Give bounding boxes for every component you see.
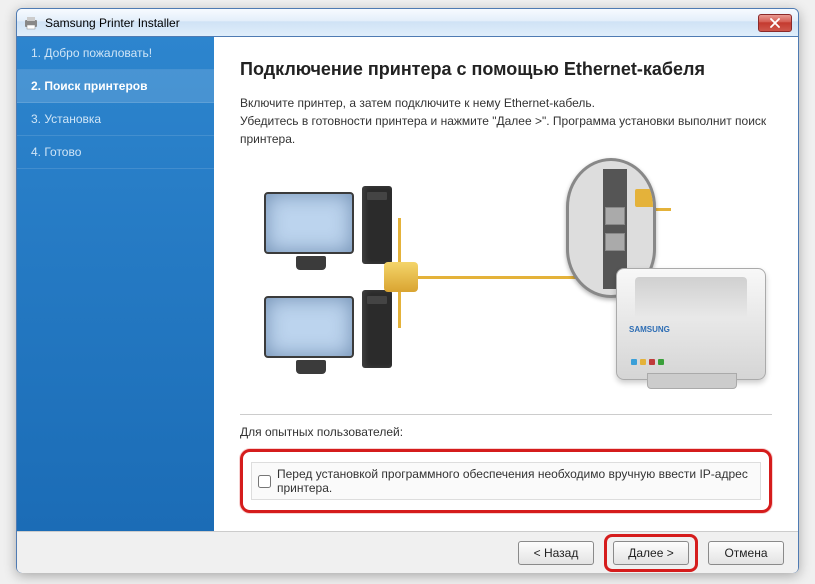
printer-app-icon bbox=[23, 15, 39, 31]
main-panel: Подключение принтера с помощью Ethernet-… bbox=[214, 37, 798, 531]
highlighted-checkbox-area: Перед установкой программного обеспечени… bbox=[240, 449, 772, 513]
step-label: 3. Установка bbox=[31, 112, 101, 126]
close-button[interactable] bbox=[758, 14, 792, 32]
installer-window: Samsung Printer Installer 1. Добро пожал… bbox=[16, 8, 799, 573]
step-search-printers[interactable]: 2. Поиск принтеров bbox=[17, 70, 214, 103]
titlebar[interactable]: Samsung Printer Installer bbox=[17, 9, 798, 37]
monitor-icon bbox=[264, 296, 354, 358]
cancel-button[interactable]: Отмена bbox=[708, 541, 784, 565]
step-welcome[interactable]: 1. Добро пожаловать! bbox=[17, 37, 214, 70]
printer-brand-label: SAMSUNG bbox=[629, 325, 670, 334]
step-label: 4. Готово bbox=[31, 145, 81, 159]
step-label: 2. Поиск принтеров bbox=[31, 79, 147, 93]
back-button[interactable]: < Назад bbox=[518, 541, 594, 565]
ethernet-cable-icon bbox=[401, 276, 591, 279]
manual-ip-checkbox[interactable] bbox=[258, 475, 271, 488]
window-title: Samsung Printer Installer bbox=[45, 16, 758, 30]
manual-ip-checkbox-label[interactable]: Перед установкой программного обеспечени… bbox=[277, 467, 754, 495]
separator bbox=[240, 414, 772, 415]
step-done[interactable]: 4. Готово bbox=[17, 136, 214, 169]
sidebar: 1. Добро пожаловать! 2. Поиск принтеров … bbox=[17, 37, 214, 531]
pc-tower-icon bbox=[362, 290, 392, 368]
page-description: Включите принтер, а затем подключите к н… bbox=[240, 94, 772, 148]
pc-tower-icon bbox=[362, 186, 392, 264]
printer-icon: SAMSUNG bbox=[616, 268, 766, 380]
printer-status-leds-icon bbox=[631, 359, 664, 365]
footer: < Назад Далее > Отмена bbox=[17, 531, 798, 573]
content-area: 1. Добро пожаловать! 2. Поиск принтеров … bbox=[17, 37, 798, 531]
desc-line-2: Убедитесь в готовности принтера и нажмит… bbox=[240, 114, 766, 146]
desc-line-1: Включите принтер, а затем подключите к н… bbox=[240, 96, 595, 110]
ethernet-hub-icon bbox=[384, 262, 418, 292]
next-button[interactable]: Далее > bbox=[613, 541, 689, 565]
ethernet-illustration: SAMSUNG bbox=[246, 168, 766, 398]
step-label: 1. Добро пожаловать! bbox=[31, 46, 152, 60]
step-install[interactable]: 3. Установка bbox=[17, 103, 214, 136]
monitor-icon bbox=[264, 192, 354, 254]
highlighted-next-area: Далее > bbox=[604, 534, 698, 572]
page-heading: Подключение принтера с помощью Ethernet-… bbox=[240, 59, 772, 80]
close-icon bbox=[770, 18, 780, 28]
manual-ip-checkbox-row[interactable]: Перед установкой программного обеспечени… bbox=[251, 462, 761, 500]
advanced-section-label: Для опытных пользователей: bbox=[240, 425, 772, 439]
